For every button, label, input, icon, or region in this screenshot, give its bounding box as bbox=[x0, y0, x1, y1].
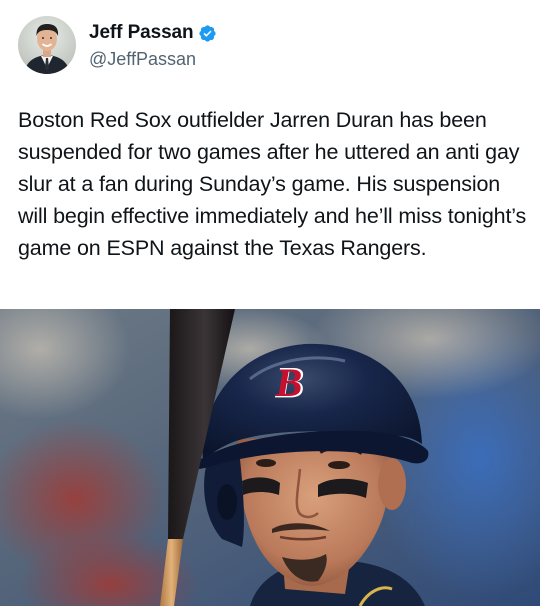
tweet-header: Jeff Passan @JeffPassan bbox=[18, 15, 217, 75]
tweet-text: Boston Red Sox outfielder Jarren Duran h… bbox=[18, 108, 527, 260]
author-handle[interactable]: @JeffPassan bbox=[89, 49, 217, 70]
author-avatar[interactable] bbox=[18, 16, 76, 74]
helmet-logo-fill: B bbox=[275, 360, 303, 405]
tweet-photo[interactable]: B B bbox=[0, 309, 540, 606]
verified-badge-icon bbox=[198, 24, 217, 43]
baseball-player-photo: B B bbox=[0, 309, 540, 606]
author-display-name[interactable]: Jeff Passan bbox=[89, 22, 194, 44]
tweet-card[interactable]: Jeff Passan @JeffPassan Boston Red Sox o… bbox=[0, 0, 540, 606]
avatar-image bbox=[18, 16, 76, 74]
name-row: Jeff Passan bbox=[89, 20, 217, 46]
author-info: Jeff Passan @JeffPassan bbox=[89, 20, 217, 70]
